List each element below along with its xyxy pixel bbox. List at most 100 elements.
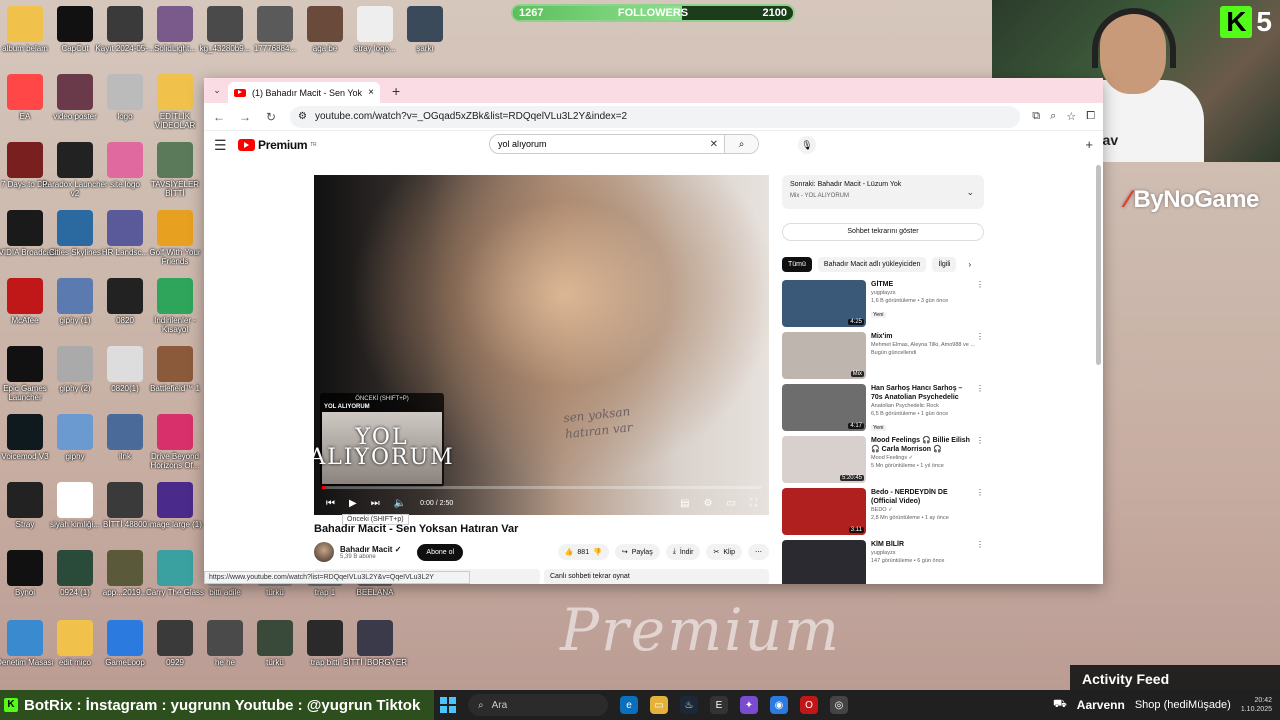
show-chat-replay-button[interactable]: Sohbet tekrarını göster (782, 223, 984, 241)
chip-all[interactable]: Tümü (782, 257, 812, 272)
next-icon[interactable]: ⏭ (371, 498, 380, 509)
search-button-icon[interactable]: ⌕ (724, 135, 758, 153)
recommendation-title[interactable]: Mood Feelings 🎧 Billie Eilish 🎧 Carla Mo… (871, 436, 984, 454)
youtube-logo[interactable]: Premium TR (238, 138, 317, 152)
fullscreen-icon[interactable]: ⛶ (750, 498, 757, 509)
search-input[interactable] (490, 139, 704, 149)
live-chat-replay-button[interactable]: Canlı sohbeti tekrar oynat (544, 569, 769, 584)
tab-close-icon[interactable]: × (368, 87, 374, 98)
bookmark-star-icon[interactable]: ☆ (1066, 110, 1076, 123)
tab-search-icon[interactable]: ⌄ (210, 85, 224, 96)
chip-related[interactable]: İlgili (932, 257, 957, 272)
install-app-icon[interactable]: ⧉ (1032, 110, 1040, 123)
windows-start-icon[interactable] (440, 697, 456, 713)
recommendation-thumbnail[interactable]: 4:17 (782, 384, 866, 431)
desktop-icon[interactable]: image large (1) (142, 482, 208, 529)
more-vert-icon[interactable]: ⋮ (976, 488, 984, 497)
recommendation-item[interactable]: 4:17 Han Sarhoş Hancı Sarhoş – 70s Anatol… (782, 384, 984, 436)
more-vert-icon[interactable]: ⋮ (976, 332, 984, 341)
chevron-right-icon[interactable]: › (968, 260, 971, 269)
clear-search-icon[interactable]: ✕ (704, 139, 724, 150)
recommendation-item[interactable]: Mix Mix'im Mehmet Elmas, Aleyna Tilki, Amo… (782, 332, 984, 384)
microphone-icon[interactable]: 🎙 (798, 136, 816, 154)
opera-icon[interactable]: O (800, 696, 818, 714)
site-info-icon[interactable]: ⚙ (298, 111, 307, 122)
more-vert-icon[interactable]: ⋮ (976, 280, 984, 289)
more-vert-icon[interactable]: ⋮ (976, 436, 984, 445)
taskbar-search-placeholder: Ara (491, 699, 508, 711)
obs-icon[interactable]: ◎ (830, 696, 848, 714)
zoom-icon[interactable]: ⌕ (1050, 110, 1056, 123)
recommendation-thumbnail[interactable]: 4:25 (782, 280, 866, 327)
steam-icon[interactable]: ♨ (680, 696, 698, 714)
recommendation-thumbnail[interactable] (782, 540, 866, 584)
chip-uploader[interactable]: Bahadır Macit adlı yükleyiciden (817, 257, 927, 272)
desktop-icon[interactable]: EDİTLİK VİDEOLAR (142, 74, 208, 130)
channel-avatar[interactable] (314, 542, 334, 562)
new-tab-button[interactable]: + (384, 83, 408, 99)
epic-games-icon[interactable]: E (710, 696, 728, 714)
recommendation-item[interactable]: 3:11 Bedo - NERDEYDİN DE (Official Video)… (782, 488, 984, 540)
settings-gear-icon[interactable]: ⚙ (704, 498, 713, 509)
share-button[interactable]: ↪ Paylaş (614, 544, 660, 560)
youtube-header: ☰ Premium TR ✕ ⌕ 🎙 + (204, 131, 1103, 159)
desktop-icon[interactable]: İndirilenler - Kısayol (142, 278, 208, 334)
video-progress-bar[interactable] (322, 486, 761, 489)
recommendation-thumbnail[interactable]: 5:20:45 (782, 436, 866, 483)
recommendation-title[interactable]: Bedo - NERDEYDİN DE (Official Video) (871, 488, 984, 506)
thumbs-down-icon[interactable]: 👎 (593, 548, 602, 556)
more-vert-icon[interactable]: ⋮ (976, 540, 984, 549)
desktop-icon[interactable]: Battlefield™ 1 (142, 346, 208, 393)
desktop-icon-label: aga be (312, 44, 338, 53)
back-icon[interactable]: ← (212, 110, 226, 124)
desktop-icon[interactable]: şarkı (392, 6, 458, 53)
recommendation-title[interactable]: Mix'im (871, 332, 984, 341)
menu-icon[interactable]: ☰ (214, 137, 238, 154)
desktop-icon[interactable]: TAVSİYELER BİTTİ (142, 142, 208, 198)
desktop-icon[interactable]: BİTTİ İBORGYER (342, 620, 408, 667)
taskbar-search[interactable]: ⌕ Ara (468, 694, 608, 716)
recommendation-thumbnail[interactable]: 3:11 (782, 488, 866, 535)
desktop-icon[interactable]: Golf With Your Friends (142, 210, 208, 266)
page-scrollbar[interactable] (1096, 165, 1101, 365)
channel-name[interactable]: Bahadır Macit ✓ (340, 545, 401, 554)
recommendation-title[interactable]: KİM BİLİR (871, 540, 984, 549)
forward-icon[interactable]: → (238, 110, 252, 124)
play-icon[interactable]: ▶ (349, 498, 357, 509)
volume-icon[interactable]: 🔈 (394, 498, 406, 509)
up-next-panel[interactable]: Sonraki: Bahadır Macit - Lüzum Yok Mix -… (782, 175, 984, 209)
desktop-icon[interactable]: Drive Beyond Horizons Of... (142, 414, 208, 470)
desktop-icon-label: CapCut (61, 44, 89, 53)
reload-icon[interactable]: ↻ (264, 110, 278, 124)
tab-youtube[interactable]: (1) Bahadır Macit - Sen Yoksan × (228, 82, 380, 103)
duration-badge: 4:25 (848, 319, 864, 325)
recommendation-item[interactable]: 5:20:45 Mood Feelings 🎧 Billie Eilish 🎧 C… (782, 436, 984, 488)
previous-icon[interactable]: ⏮ (326, 498, 335, 509)
download-button[interactable]: ⤓ İndir (665, 544, 701, 560)
more-actions-button[interactable]: ⋯ (748, 544, 769, 560)
create-icon[interactable]: + (1085, 137, 1093, 152)
image-icon (207, 6, 243, 42)
file-explorer-icon[interactable]: ▭ (650, 696, 668, 714)
url-field[interactable]: ⚙ youtube.com/watch?v=_OGqad5xZBk&list=R… (290, 105, 1021, 128)
theater-mode-icon[interactable]: ▭ (727, 498, 736, 509)
copilot-icon[interactable]: ✦ (740, 696, 758, 714)
clock[interactable]: 20:42 1.10.2025 (1241, 696, 1272, 714)
subtitles-icon[interactable]: ▤ (680, 498, 689, 509)
clip-button[interactable]: ✂ Klip (706, 544, 742, 560)
recommendation-item[interactable]: KİM BİLİR yugplayzs 147 görüntüleme • 6 gü… (782, 540, 984, 584)
tab-bar: ⌄ (1) Bahadır Macit - Sen Yoksan × + (204, 78, 1103, 103)
extensions-icon[interactable]: ⧠ (1086, 110, 1095, 123)
recommendation-item[interactable]: 4:25 GİTME yugplayzs 1,6 B görüntüleme • 3 … (782, 280, 984, 332)
like-button[interactable]: 👍 881 👎 (557, 544, 609, 560)
recommendation-title[interactable]: GİTME (871, 280, 984, 289)
subscribe-button[interactable]: Abone ol (417, 543, 464, 561)
chevron-down-icon[interactable]: ⌄ (966, 187, 974, 198)
chrome-icon[interactable]: ◉ (770, 696, 788, 714)
recommendation-title[interactable]: Han Sarhoş Hancı Sarhoş – 70s Anatolian … (871, 384, 984, 402)
recommendation-thumbnail[interactable]: Mix (782, 332, 866, 379)
shop-icon: ⛟ (1052, 698, 1067, 710)
video-player[interactable]: sen yoksan hatıran var ÖNCEKİ (SHIFT+P) … (314, 175, 769, 515)
edge-icon[interactable]: e (620, 696, 638, 714)
more-vert-icon[interactable]: ⋮ (976, 384, 984, 393)
